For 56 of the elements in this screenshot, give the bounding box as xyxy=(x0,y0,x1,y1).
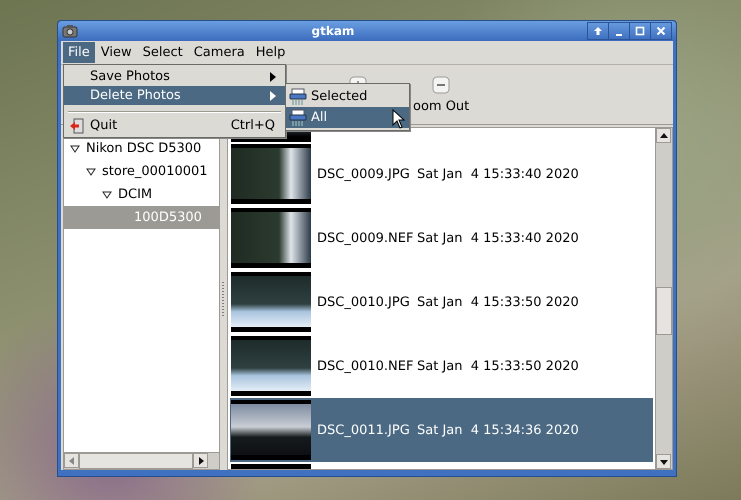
scroll-right-icon[interactable] xyxy=(196,456,204,464)
shade-button[interactable] xyxy=(587,22,609,40)
window-title: gtkam xyxy=(310,24,356,38)
photo-row[interactable]: DSC_0011.JPG Sat Jan 4 15:34:36 2020 xyxy=(230,398,653,462)
horizontal-scrollbar[interactable] xyxy=(64,452,219,469)
menu-item[interactable]: File xyxy=(63,42,95,63)
scroll-up-icon[interactable] xyxy=(660,132,668,140)
shredder-icon xyxy=(289,108,307,126)
file-name: DSC_0009.JPG xyxy=(317,166,411,182)
file-name: DSC_0010.NEF xyxy=(317,358,414,374)
tree-item[interactable]: store_00010001 xyxy=(64,160,219,183)
close-button[interactable] xyxy=(650,22,672,40)
exit-icon xyxy=(69,118,85,134)
menu-item[interactable]: Delete Photos xyxy=(64,86,285,105)
menu-item[interactable]: Selected xyxy=(286,86,409,107)
menu-item[interactable]: View xyxy=(96,42,137,63)
zoom-out-button[interactable]: oom Out xyxy=(411,76,472,114)
menu-item[interactable]: Quit Ctrl+Q xyxy=(64,116,285,135)
pane-splitter-handle[interactable] xyxy=(222,280,225,316)
minimize-button[interactable] xyxy=(608,22,630,40)
expander-icon[interactable] xyxy=(86,166,96,176)
file-date: Sat Jan 4 15:34:36 2020 xyxy=(417,422,579,438)
close-icon xyxy=(656,26,666,36)
expander-icon[interactable] xyxy=(102,190,112,200)
scroll-left-icon[interactable] xyxy=(68,456,76,464)
photo-row[interactable]: DSC_0009.NEF Sat Jan 4 15:33:40 2020 xyxy=(230,206,653,270)
menu-item[interactable]: Help xyxy=(250,42,290,63)
shredder-icon xyxy=(289,88,307,106)
menu-item[interactable]: Save Photos xyxy=(64,67,285,86)
file-name: DSC_0011.JPG xyxy=(317,422,411,438)
camera-icon xyxy=(62,24,78,38)
file-date: Sat Jan 4 15:33:50 2020 xyxy=(417,358,579,374)
menu-item[interactable]: Select xyxy=(138,42,188,63)
vertical-scrollbar[interactable] xyxy=(655,128,672,469)
zoom-out-icon xyxy=(432,76,450,94)
up-arrow-icon xyxy=(593,26,603,36)
file-name: DSC_0010.JPG xyxy=(317,294,411,310)
scroll-down-icon[interactable] xyxy=(660,458,668,466)
tree-item[interactable]: DCIM xyxy=(64,183,219,206)
maximize-button[interactable] xyxy=(629,22,651,40)
file-date: Sat Jan 4 15:33:50 2020 xyxy=(417,294,579,310)
minimize-icon xyxy=(616,34,622,36)
menu-item[interactable]: All xyxy=(286,107,409,128)
tree-item[interactable]: Nikon DSC D5300 xyxy=(64,137,219,160)
file-date: Sat Jan 4 15:33:40 2020 xyxy=(417,166,579,182)
photo-row[interactable]: DSC_0010.NEF Sat Jan 4 15:33:50 2020 xyxy=(230,334,653,398)
maximize-icon xyxy=(635,26,645,36)
scrollbar-thumb[interactable] xyxy=(656,287,672,335)
file-name: DSC_0009.NEF xyxy=(317,230,414,246)
expander-icon[interactable] xyxy=(70,144,80,154)
mouse-cursor-icon xyxy=(392,109,406,129)
zoom-in-icon[interactable] xyxy=(349,76,367,83)
menu-item[interactable]: Camera xyxy=(188,42,250,63)
file-date: Sat Jan 4 15:33:40 2020 xyxy=(417,230,579,246)
photo-row[interactable]: DSC_0010.JPG Sat Jan 4 15:33:50 2020 xyxy=(230,270,653,334)
photo-row[interactable]: DSC_0009.JPG Sat Jan 4 15:33:40 2020 xyxy=(230,142,653,206)
